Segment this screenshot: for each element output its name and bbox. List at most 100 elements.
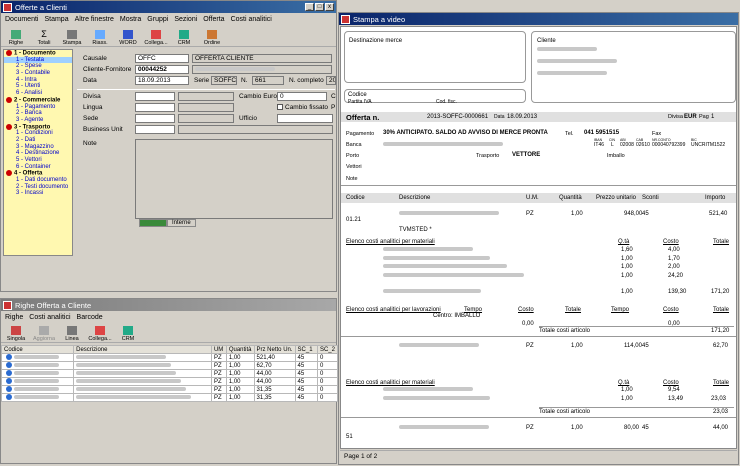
table-row[interactable]: PZ 1,00 44,00 45 0 — [0, 377, 339, 386]
crm-button[interactable]: CRM — [173, 30, 195, 46]
menu-righe[interactable]: Righe — [5, 314, 23, 321]
col-prezzo[interactable]: Prz Netto Un. — [253, 345, 296, 354]
righe-label: Righe — [8, 40, 24, 46]
sede-field[interactable] — [135, 114, 175, 123]
crm-button[interactable]: CRM — [117, 326, 139, 342]
bu-field[interactable] — [135, 125, 175, 134]
ufficio-field[interactable] — [277, 114, 333, 123]
menu-sezioni[interactable]: Sezioni — [174, 16, 197, 23]
collega-button[interactable]: Collega... — [144, 30, 168, 46]
tree-item[interactable]: 3 - Trasporto — [4, 123, 72, 131]
tree-item[interactable]: 4 - Offerta — [4, 170, 72, 177]
table-row[interactable]: PZ 1,00 44,00 45 0 — [0, 369, 339, 378]
col-quantita[interactable]: Quantità — [225, 345, 255, 354]
tree-item[interactable]: 1 - Pagamento — [4, 104, 72, 111]
maximize-button[interactable]: □ — [315, 3, 324, 11]
col-um[interactable]: UM — [210, 345, 227, 354]
tree-item-label: 2 - Testi documento — [16, 183, 69, 190]
table-row[interactable]: PZ 1,00 31,35 45 0 — [0, 385, 339, 394]
word-button[interactable]: WORD — [117, 30, 139, 46]
singola-button[interactable]: Singola — [5, 326, 27, 342]
menu-documenti[interactable]: Documenti — [5, 16, 38, 23]
menu-gruppi[interactable]: Gruppi — [147, 16, 168, 23]
tree-item[interactable]: 3 - Agente — [4, 117, 72, 124]
righe-titlebar[interactable]: Righe Offerta a Cliente — [1, 299, 336, 311]
data-field[interactable]: 18.09.2013 — [135, 76, 189, 85]
aggiorna-button[interactable]: Aggiorna — [33, 326, 55, 342]
tree-item[interactable]: 1 - Dati documento — [4, 177, 72, 184]
line-icon — [67, 326, 77, 335]
col-codice[interactable]: Codice — [0, 345, 75, 354]
row-code — [0, 353, 75, 362]
row-cell: 0 — [316, 369, 339, 378]
table-row[interactable]: PZ 1,00 521,40 45 0 — [0, 353, 339, 362]
tree-item[interactable]: 3 - Contabile — [4, 70, 72, 77]
collega-button[interactable]: Collega... — [88, 326, 112, 342]
col-sc2[interactable]: SC_2 — [316, 345, 339, 354]
mat-value: 1,00 — [621, 264, 633, 270]
menu-barcode[interactable]: Barcode — [77, 314, 103, 321]
menu-stampa[interactable]: Stampa — [44, 16, 68, 23]
linea-button[interactable]: Linea — [61, 326, 83, 342]
righe-button[interactable]: Righe — [5, 30, 27, 46]
col-descrizione: Descrizione — [399, 195, 431, 201]
tab-interne[interactable]: Interne — [167, 219, 196, 227]
tree-item[interactable]: 3 - Incassi — [4, 190, 72, 197]
cambio-euro-field[interactable]: 0 — [277, 92, 327, 101]
tree-item[interactable]: 3 - Magazzino — [4, 144, 72, 151]
totale-head-3: Totale — [713, 380, 730, 386]
singola-label: Singola — [6, 336, 26, 342]
tree-item[interactable]: 1 - Testata — [4, 56, 72, 64]
note-area[interactable] — [135, 139, 333, 219]
minimize-button[interactable]: _ — [305, 3, 314, 11]
cliente-field[interactable]: 00044252 — [135, 65, 189, 74]
tree-item[interactable]: 2 - Testi documento — [4, 184, 72, 191]
section-icon — [6, 170, 12, 177]
conto-value: 000040792399 — [652, 142, 686, 148]
tree-item[interactable]: 4 - Intra — [4, 77, 72, 84]
tree-item[interactable]: 2 - Commerciale — [4, 96, 72, 104]
row-desc — [73, 361, 212, 370]
stampa-button[interactable]: Stampa — [61, 30, 83, 46]
mat-value: 23,03 — [711, 395, 727, 402]
cliente-city — [537, 71, 607, 77]
tree-item-label: 3 - Trasporto — [14, 124, 51, 131]
stampa-titlebar[interactable]: Stampa a video — [339, 13, 738, 25]
lingua-field[interactable] — [135, 103, 175, 112]
table-row[interactable]: PZ 1,00 31,35 45 0 — [0, 393, 339, 402]
menu-mostra[interactable]: Mostra — [120, 16, 141, 23]
tree-item[interactable]: 1 - Condizioni — [4, 130, 72, 137]
causale-field[interactable]: OFFC — [135, 54, 189, 63]
row-cell: 1,00 — [225, 369, 255, 378]
tree-item[interactable]: 2 - Banca — [4, 110, 72, 117]
report-page: Destinazione merce Cliente Codice Partit… — [340, 26, 737, 449]
tree-item[interactable]: 2 - Dati — [4, 137, 72, 144]
note-tabs: xxxxxx Interne — [139, 219, 196, 227]
tree-item[interactable]: 5 - Utenti — [4, 83, 72, 90]
tree-item[interactable]: 5 - Vettori — [4, 157, 72, 164]
tree-item[interactable]: 1 - Documento — [4, 50, 72, 57]
divisa-field[interactable] — [135, 92, 175, 101]
menu-costi-analitici[interactable]: Costi analitici — [231, 16, 272, 23]
menu-offerta[interactable]: Offerta — [203, 16, 224, 23]
riass-button[interactable]: Riass. — [89, 30, 111, 46]
table-row[interactable]: PZ 1,00 62,70 45 0 — [0, 361, 339, 370]
offerte-titlebar[interactable]: Offerte a Clienti _ □ x — [1, 1, 336, 13]
tree-item[interactable]: 6 - Container — [4, 164, 72, 171]
collega-label: Collega... — [144, 40, 168, 46]
codfisc-label: Cod. fisc. — [436, 99, 457, 105]
tree-item[interactable]: 6 - Analisi — [4, 90, 72, 97]
col-descrizione[interactable]: Descrizione — [73, 345, 212, 354]
tree-item[interactable]: 4 - Destinazione — [4, 150, 72, 157]
tree-item[interactable]: 2 - Spese — [4, 63, 72, 70]
menu-costi-analitici[interactable]: Costi analitici — [29, 314, 70, 321]
menu-altre-finestre[interactable]: Altre finestre — [75, 16, 114, 23]
ordine-button[interactable]: Ordine — [201, 30, 223, 46]
cambio-fissato-checkbox[interactable]: Cambio fissato — [277, 104, 328, 111]
close-button[interactable]: x — [325, 3, 334, 11]
tab-esterne[interactable]: xxxxxx — [139, 219, 167, 227]
row-code — [0, 361, 75, 370]
totali-button[interactable]: Σ Totali — [33, 30, 55, 47]
righe-menubar: Righe Costi analitici Barcode — [1, 311, 336, 323]
col-sc1[interactable]: SC_1 — [294, 345, 318, 354]
